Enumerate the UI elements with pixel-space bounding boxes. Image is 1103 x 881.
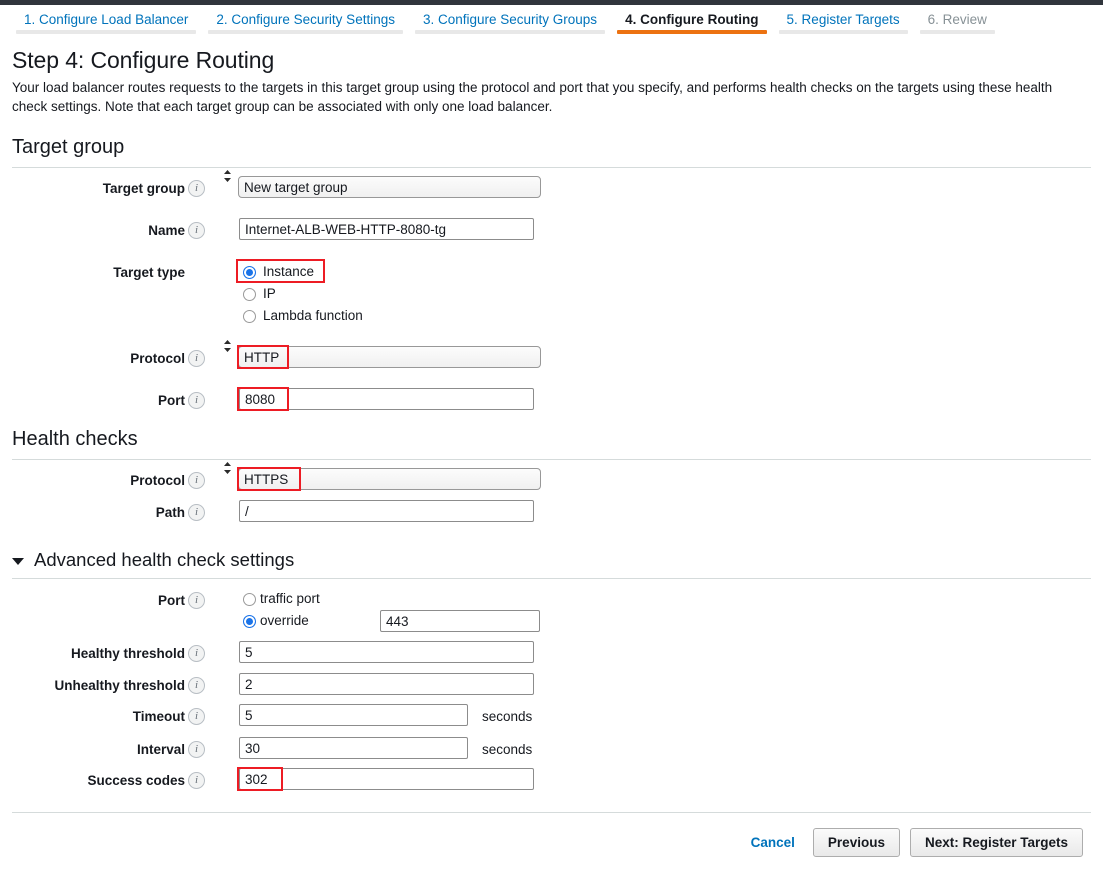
page-description: Your load balancer routes requests to th… bbox=[12, 78, 1072, 116]
radio-target-type-lambda[interactable]: Lambda function bbox=[243, 307, 363, 325]
section-divider bbox=[12, 578, 1091, 579]
tab-label: 4. Configure Routing bbox=[625, 11, 758, 28]
timeout-label: Timeout bbox=[0, 704, 185, 730]
chevron-updown-icon bbox=[223, 460, 232, 476]
tab-review[interactable]: 6. Review bbox=[914, 5, 1001, 28]
radio-target-type-ip[interactable]: IP bbox=[243, 285, 276, 303]
radio-label: traffic port bbox=[260, 591, 320, 606]
info-icon[interactable]: i bbox=[188, 472, 205, 489]
info-icon[interactable]: i bbox=[188, 592, 205, 609]
configure-routing-page: 1. Configure Load Balancer 2. Configure … bbox=[0, 0, 1103, 881]
info-icon[interactable]: i bbox=[188, 677, 205, 694]
radio-target-type-instance[interactable]: Instance bbox=[243, 263, 314, 281]
hc-path-label: Path bbox=[0, 500, 185, 526]
tab-label: 6. Review bbox=[928, 11, 987, 28]
target-group-protocol-select[interactable]: HTTP bbox=[238, 346, 541, 368]
info-icon[interactable]: i bbox=[188, 741, 205, 758]
adv-port-label: Port bbox=[0, 588, 185, 614]
radio-indicator bbox=[243, 310, 256, 323]
radio-label: Lambda function bbox=[263, 308, 363, 323]
timeout-input[interactable] bbox=[239, 704, 468, 726]
radio-label: override bbox=[260, 613, 309, 628]
next-register-targets-button[interactable]: Next: Register Targets bbox=[910, 828, 1083, 857]
radio-indicator bbox=[243, 288, 256, 301]
tab-configure-routing[interactable]: 4. Configure Routing bbox=[611, 5, 772, 28]
hc-protocol-label: Protocol bbox=[0, 468, 185, 494]
footer-divider bbox=[12, 812, 1091, 813]
section-heading-health-checks: Health checks bbox=[12, 428, 138, 451]
info-icon[interactable]: i bbox=[188, 392, 205, 409]
chevron-updown-icon bbox=[223, 168, 232, 184]
healthy-threshold-input[interactable] bbox=[239, 641, 534, 663]
unhealthy-threshold-input[interactable] bbox=[239, 673, 534, 695]
radio-indicator bbox=[243, 615, 256, 628]
health-check-port-override-input[interactable] bbox=[380, 610, 540, 632]
tab-label: 1. Configure Load Balancer bbox=[24, 11, 188, 28]
health-check-path-input[interactable] bbox=[239, 500, 534, 522]
info-icon[interactable]: i bbox=[188, 180, 205, 197]
target-group-select[interactable]: New target group bbox=[238, 176, 541, 198]
info-icon[interactable]: i bbox=[188, 350, 205, 367]
timeout-units-label: seconds bbox=[482, 704, 532, 730]
unhealthy-threshold-label: Unhealthy threshold bbox=[0, 673, 185, 699]
info-icon[interactable]: i bbox=[188, 772, 205, 789]
interval-input[interactable] bbox=[239, 737, 468, 759]
footer-actions: Cancel Previous Next: Register Targets bbox=[743, 828, 1083, 857]
name-label: Name bbox=[0, 218, 185, 244]
section-divider bbox=[12, 167, 1091, 168]
interval-units-label: seconds bbox=[482, 737, 532, 763]
advanced-health-check-settings-toggle[interactable]: Advanced health check settings bbox=[12, 549, 294, 571]
target-group-name-input[interactable] bbox=[239, 218, 534, 240]
cancel-button[interactable]: Cancel bbox=[743, 835, 803, 850]
info-icon[interactable]: i bbox=[188, 708, 205, 725]
health-check-protocol-select[interactable]: HTTPS bbox=[238, 468, 541, 490]
chevron-updown-icon bbox=[223, 338, 232, 354]
healthy-threshold-label: Healthy threshold bbox=[0, 641, 185, 667]
tab-configure-security-groups[interactable]: 3. Configure Security Groups bbox=[409, 5, 611, 28]
tab-label: 2. Configure Security Settings bbox=[216, 11, 395, 28]
tab-register-targets[interactable]: 5. Register Targets bbox=[773, 5, 914, 28]
info-icon[interactable]: i bbox=[188, 504, 205, 521]
radio-indicator bbox=[243, 266, 256, 279]
protocol-label: Protocol bbox=[0, 346, 185, 372]
target-group-port-input[interactable] bbox=[239, 388, 534, 410]
radio-indicator bbox=[243, 593, 256, 606]
advanced-heading-label: Advanced health check settings bbox=[34, 549, 294, 571]
radio-hc-port-traffic-port[interactable]: traffic port bbox=[243, 590, 320, 608]
target-type-label: Target type bbox=[0, 260, 185, 286]
info-icon[interactable]: i bbox=[188, 645, 205, 662]
target-group-label: Target group bbox=[0, 176, 185, 202]
tab-configure-load-balancer[interactable]: 1. Configure Load Balancer bbox=[10, 5, 202, 28]
success-codes-label: Success codes bbox=[0, 768, 185, 794]
radio-label: IP bbox=[263, 286, 276, 301]
section-divider bbox=[12, 459, 1091, 460]
radio-hc-port-override[interactable]: override bbox=[243, 612, 309, 630]
page-title: Step 4: Configure Routing bbox=[12, 47, 274, 74]
previous-button[interactable]: Previous bbox=[813, 828, 900, 857]
wizard-tab-bar: 1. Configure Load Balancer 2. Configure … bbox=[0, 5, 1103, 37]
section-heading-target-group: Target group bbox=[12, 136, 124, 159]
tab-label: 3. Configure Security Groups bbox=[423, 11, 597, 28]
port-label: Port bbox=[0, 388, 185, 414]
triangle-down-icon bbox=[12, 558, 24, 565]
interval-label: Interval bbox=[0, 737, 185, 763]
info-icon[interactable]: i bbox=[188, 222, 205, 239]
success-codes-input[interactable] bbox=[239, 768, 534, 790]
tab-configure-security-settings[interactable]: 2. Configure Security Settings bbox=[202, 5, 409, 28]
tab-label: 5. Register Targets bbox=[787, 11, 900, 28]
radio-label: Instance bbox=[263, 264, 314, 279]
